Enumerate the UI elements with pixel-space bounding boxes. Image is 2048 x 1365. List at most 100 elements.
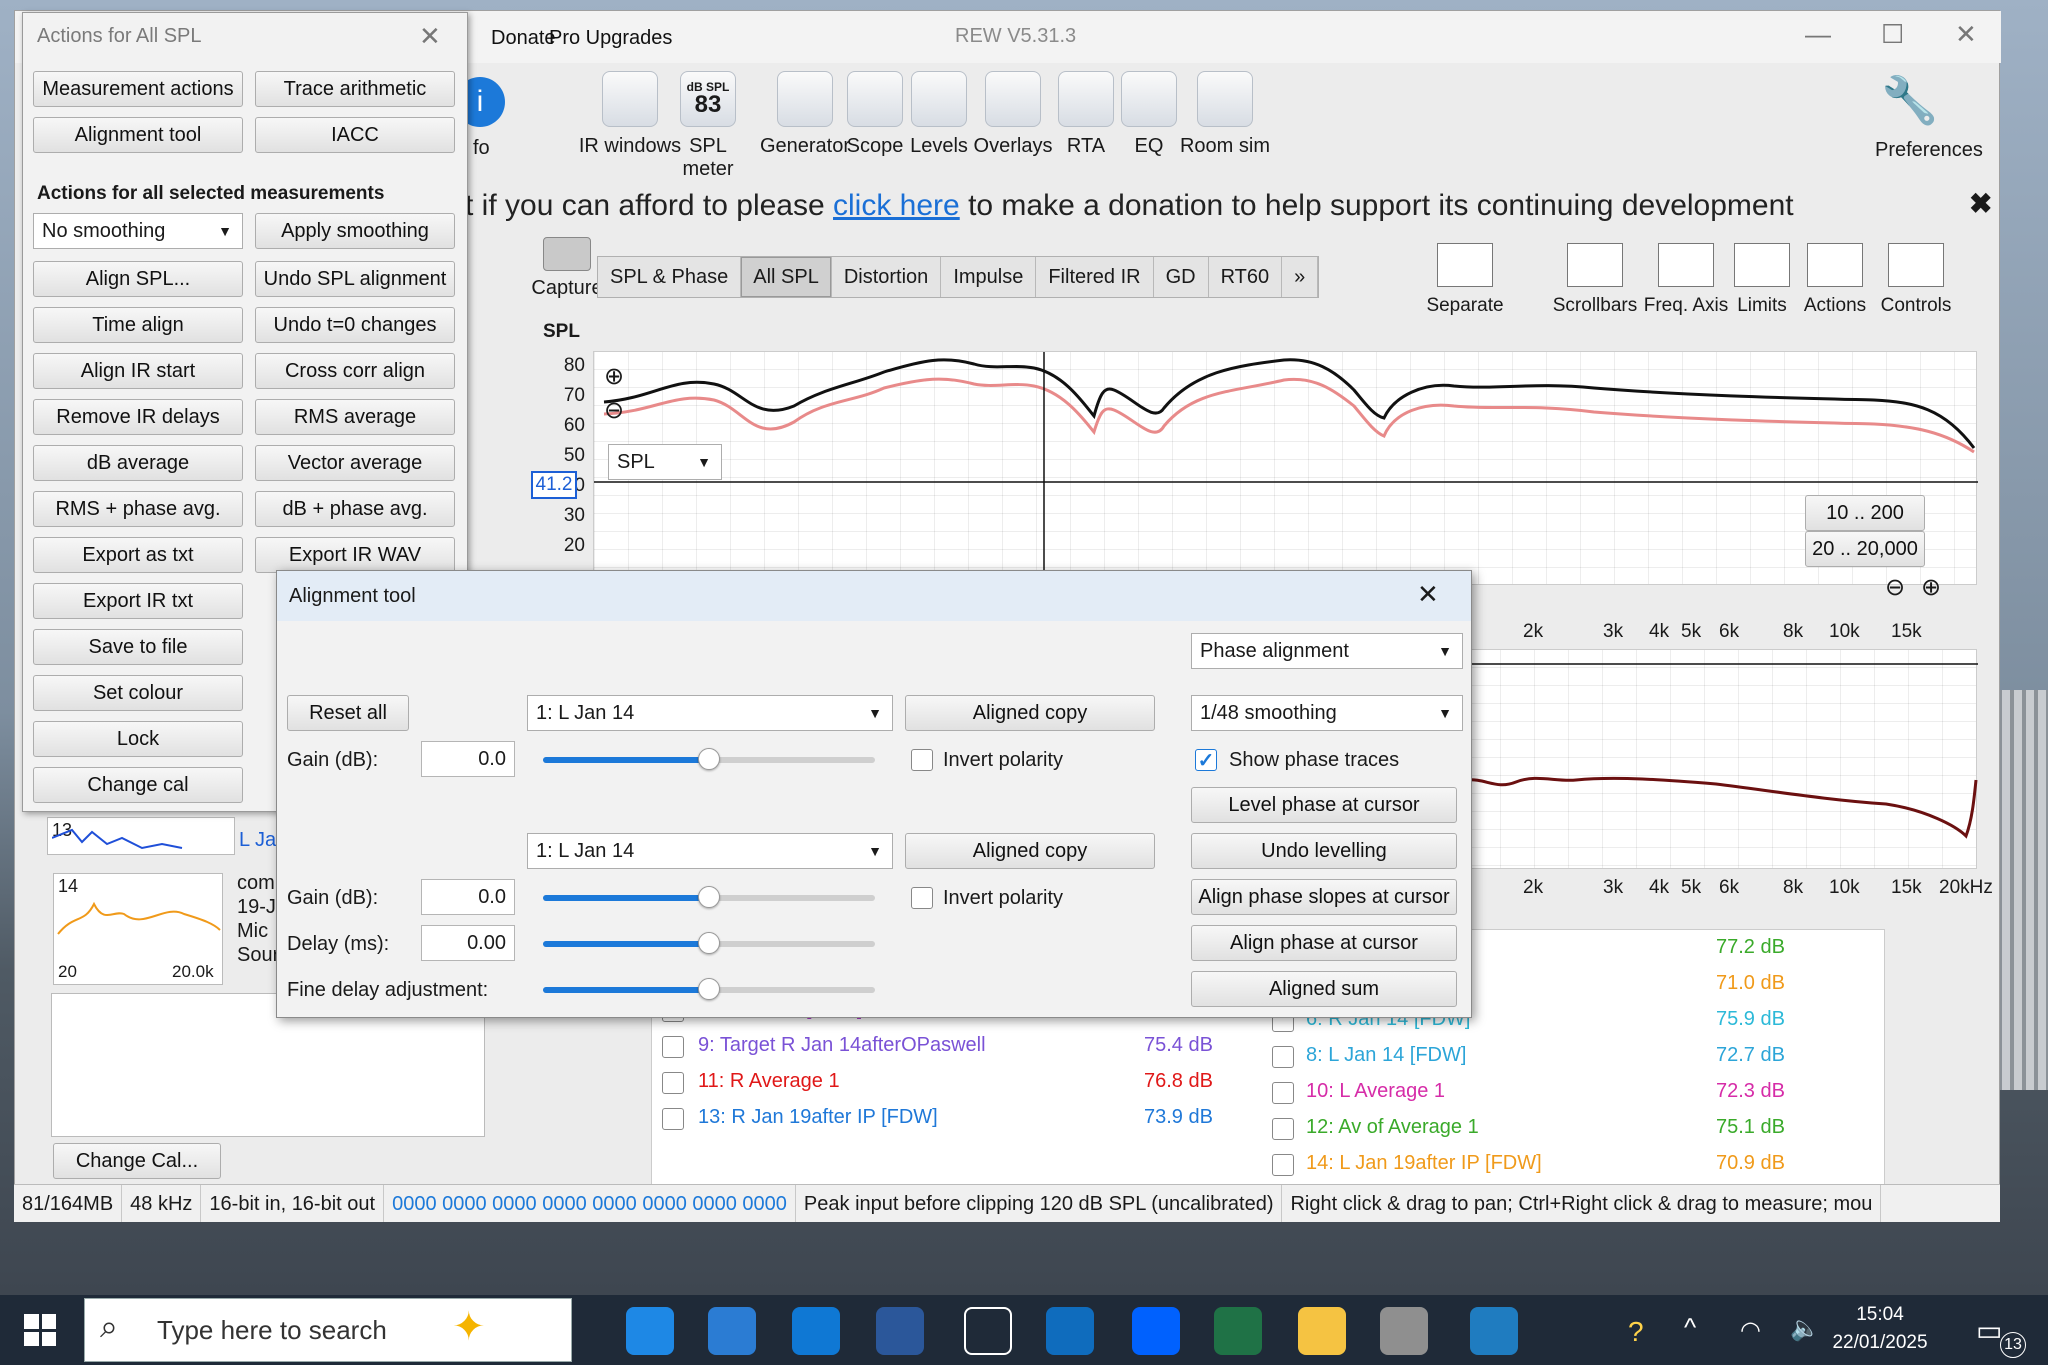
- tab-distortion[interactable]: Distortion: [832, 257, 942, 297]
- phase-graph[interactable]: [1465, 649, 1978, 869]
- tool-actions[interactable]: Actions: [1795, 243, 1875, 317]
- measurement-name[interactable]: 8: L Jan 14 [FDW]: [1306, 1044, 1466, 1067]
- measurement-select-1[interactable]: 1: L Jan 14 ▼: [527, 695, 893, 731]
- outlook-icon[interactable]: [1046, 1307, 1094, 1355]
- measurement-name[interactable]: 13: R Jan 19after IP [FDW]: [698, 1106, 938, 1129]
- undo-levelling-button[interactable]: Undo levelling: [1191, 833, 1457, 869]
- invert-polarity-checkbox-1[interactable]: [911, 749, 933, 771]
- action-button-db-average[interactable]: dB average: [33, 445, 243, 481]
- aligned-copy-button-1[interactable]: Aligned copy: [905, 695, 1155, 731]
- action-button-time-align[interactable]: Time align: [33, 307, 243, 343]
- action-button-change-cal[interactable]: Change cal: [33, 767, 243, 803]
- measurement-checkbox[interactable]: [662, 1072, 684, 1094]
- maximize-icon[interactable]: ☐: [1881, 19, 1904, 50]
- delay-slider[interactable]: [543, 932, 875, 954]
- align-phase-at-cursor-button[interactable]: Align phase at cursor: [1191, 925, 1457, 961]
- alignment-mode-select[interactable]: Phase alignment ▼: [1191, 633, 1463, 669]
- preferences-button[interactable]: 🔧 Preferences: [1875, 73, 1983, 162]
- zoom-in-x-icon[interactable]: ⊕: [1921, 573, 1941, 602]
- toolbar-button-generator[interactable]: Generator: [755, 71, 855, 158]
- tool-controls[interactable]: Controls: [1871, 243, 1961, 317]
- menu-pro-upgrades[interactable]: Pro Upgrades: [549, 27, 672, 50]
- toolbar-button-room-sim[interactable]: Room sim: [1175, 71, 1275, 158]
- toolbar-button-rta[interactable]: RTA: [1051, 71, 1121, 158]
- word-icon[interactable]: [876, 1307, 924, 1355]
- dialog-close-icon[interactable]: ✕: [1417, 579, 1439, 610]
- measurement-select-2[interactable]: 1: L Jan 14 ▼: [527, 833, 893, 869]
- zoom-in-icon[interactable]: ⊕: [604, 362, 624, 391]
- excel-icon[interactable]: [1214, 1307, 1262, 1355]
- toolbar-button-spl-meter[interactable]: dB SPL 83 SPL meter: [663, 71, 753, 181]
- action-button-lock[interactable]: Lock: [33, 721, 243, 757]
- align-phase-slopes-button[interactable]: Align phase slopes at cursor: [1191, 879, 1457, 915]
- measurement-checkbox[interactable]: [1272, 1154, 1294, 1176]
- gain-field-1[interactable]: 0.0: [421, 741, 515, 777]
- measurement-name[interactable]: 10: L Average 1: [1306, 1080, 1445, 1103]
- action-button-save-to-file[interactable]: Save to file: [33, 629, 243, 665]
- invert-polarity-checkbox-2[interactable]: [911, 887, 933, 909]
- action-button-rms-phase-avg-[interactable]: RMS + phase avg.: [33, 491, 243, 527]
- actions-panel-close-icon[interactable]: ✕: [419, 21, 441, 52]
- action-button-export-ir-wav[interactable]: Export IR WAV: [255, 537, 455, 573]
- graph-selector[interactable]: SPL ▼: [608, 444, 722, 480]
- edge-icon[interactable]: [626, 1307, 674, 1355]
- windows-start-icon[interactable]: [24, 1314, 56, 1346]
- toolbar-button-scope[interactable]: Scope: [845, 71, 905, 158]
- apply-smoothing-button[interactable]: Apply smoothing: [255, 213, 455, 249]
- dropbox-icon[interactable]: [1132, 1307, 1180, 1355]
- measurement-checkbox[interactable]: [662, 1036, 684, 1058]
- tab-spl-phase[interactable]: SPL & Phase: [598, 257, 742, 297]
- reset-all-button[interactable]: Reset all: [287, 695, 409, 731]
- measurement-checkbox[interactable]: [1272, 1046, 1294, 1068]
- thumbnail-13[interactable]: 13: [47, 817, 235, 855]
- range-button-20-20000[interactable]: 20 .. 20,000: [1805, 531, 1925, 567]
- file-explorer-icon[interactable]: [1298, 1307, 1346, 1355]
- measurement-checkbox[interactable]: [1272, 1082, 1294, 1104]
- action-button-remove-ir-delays[interactable]: Remove IR delays: [33, 399, 243, 435]
- action-button-export-as-txt[interactable]: Export as txt: [33, 537, 243, 573]
- action-button-rms-average[interactable]: RMS average: [255, 399, 455, 435]
- volume-icon[interactable]: 🔈: [1790, 1314, 1820, 1343]
- minimize-icon[interactable]: —: [1805, 19, 1831, 50]
- zoom-out-x-icon[interactable]: ⊖: [1885, 573, 1905, 602]
- toolbar-button-levels[interactable]: Levels: [909, 71, 969, 158]
- spl-graph[interactable]: ⊕ ⊖ SPL ▼: [593, 351, 1978, 586]
- tab-filtered-ir[interactable]: Filtered IR: [1036, 257, 1154, 297]
- toolbar-button-overlays[interactable]: Overlays: [971, 71, 1055, 158]
- measurement-checkbox[interactable]: [1272, 1118, 1294, 1140]
- tool-limits[interactable]: Limits: [1727, 243, 1797, 317]
- delay-field[interactable]: 0.00: [421, 925, 515, 961]
- gain-field-2[interactable]: 0.0: [421, 879, 515, 915]
- slider-thumb[interactable]: [698, 886, 720, 908]
- action-button-export-ir-txt[interactable]: Export IR txt: [33, 583, 243, 619]
- onedrive-icon[interactable]: [792, 1307, 840, 1355]
- action-button-vector-average[interactable]: Vector average: [255, 445, 455, 481]
- action-button-undo-spl-alignment[interactable]: Undo SPL alignment: [255, 261, 455, 297]
- tool-separate[interactable]: Separate: [1415, 243, 1515, 317]
- close-icon[interactable]: ✕: [1955, 19, 1977, 50]
- tab-all-spl[interactable]: All SPL: [741, 257, 832, 297]
- range-button-10-200[interactable]: 10 .. 200: [1805, 495, 1925, 531]
- mail-icon[interactable]: [708, 1307, 756, 1355]
- help-tray-icon[interactable]: ?: [1628, 1316, 1644, 1348]
- tab-gd[interactable]: GD: [1154, 257, 1209, 297]
- iacc-button[interactable]: IACC: [255, 117, 455, 153]
- tab-more[interactable]: »: [1282, 257, 1319, 297]
- measurement-checkbox[interactable]: [662, 1108, 684, 1130]
- action-button-align-ir-start[interactable]: Align IR start: [33, 353, 243, 389]
- action-button-db-phase-avg-[interactable]: dB + phase avg.: [255, 491, 455, 527]
- chevron-up-icon[interactable]: ^: [1684, 1312, 1696, 1343]
- fine-delay-slider[interactable]: [543, 978, 875, 1000]
- taskbar-search[interactable]: Type here to search: [84, 1298, 572, 1362]
- measurement-actions-button[interactable]: Measurement actions: [33, 71, 243, 107]
- measurement-name[interactable]: 14: L Jan 19after IP [FDW]: [1306, 1152, 1542, 1175]
- measurement-name[interactable]: 9: Target R Jan 14afterOPaswell: [698, 1034, 986, 1057]
- action-button-align-spl-[interactable]: Align SPL...: [33, 261, 243, 297]
- banner-close-icon[interactable]: ✖: [1969, 187, 1992, 220]
- capture-button[interactable]: Capture: [527, 237, 607, 300]
- action-button-set-colour[interactable]: Set colour: [33, 675, 243, 711]
- thumbnail-14[interactable]: 14 20 20.0k: [53, 873, 223, 985]
- gain-slider-1[interactable]: [543, 748, 875, 770]
- smoothing-select[interactable]: No smoothing ▼: [33, 213, 243, 249]
- cat-app-icon[interactable]: [964, 1307, 1012, 1355]
